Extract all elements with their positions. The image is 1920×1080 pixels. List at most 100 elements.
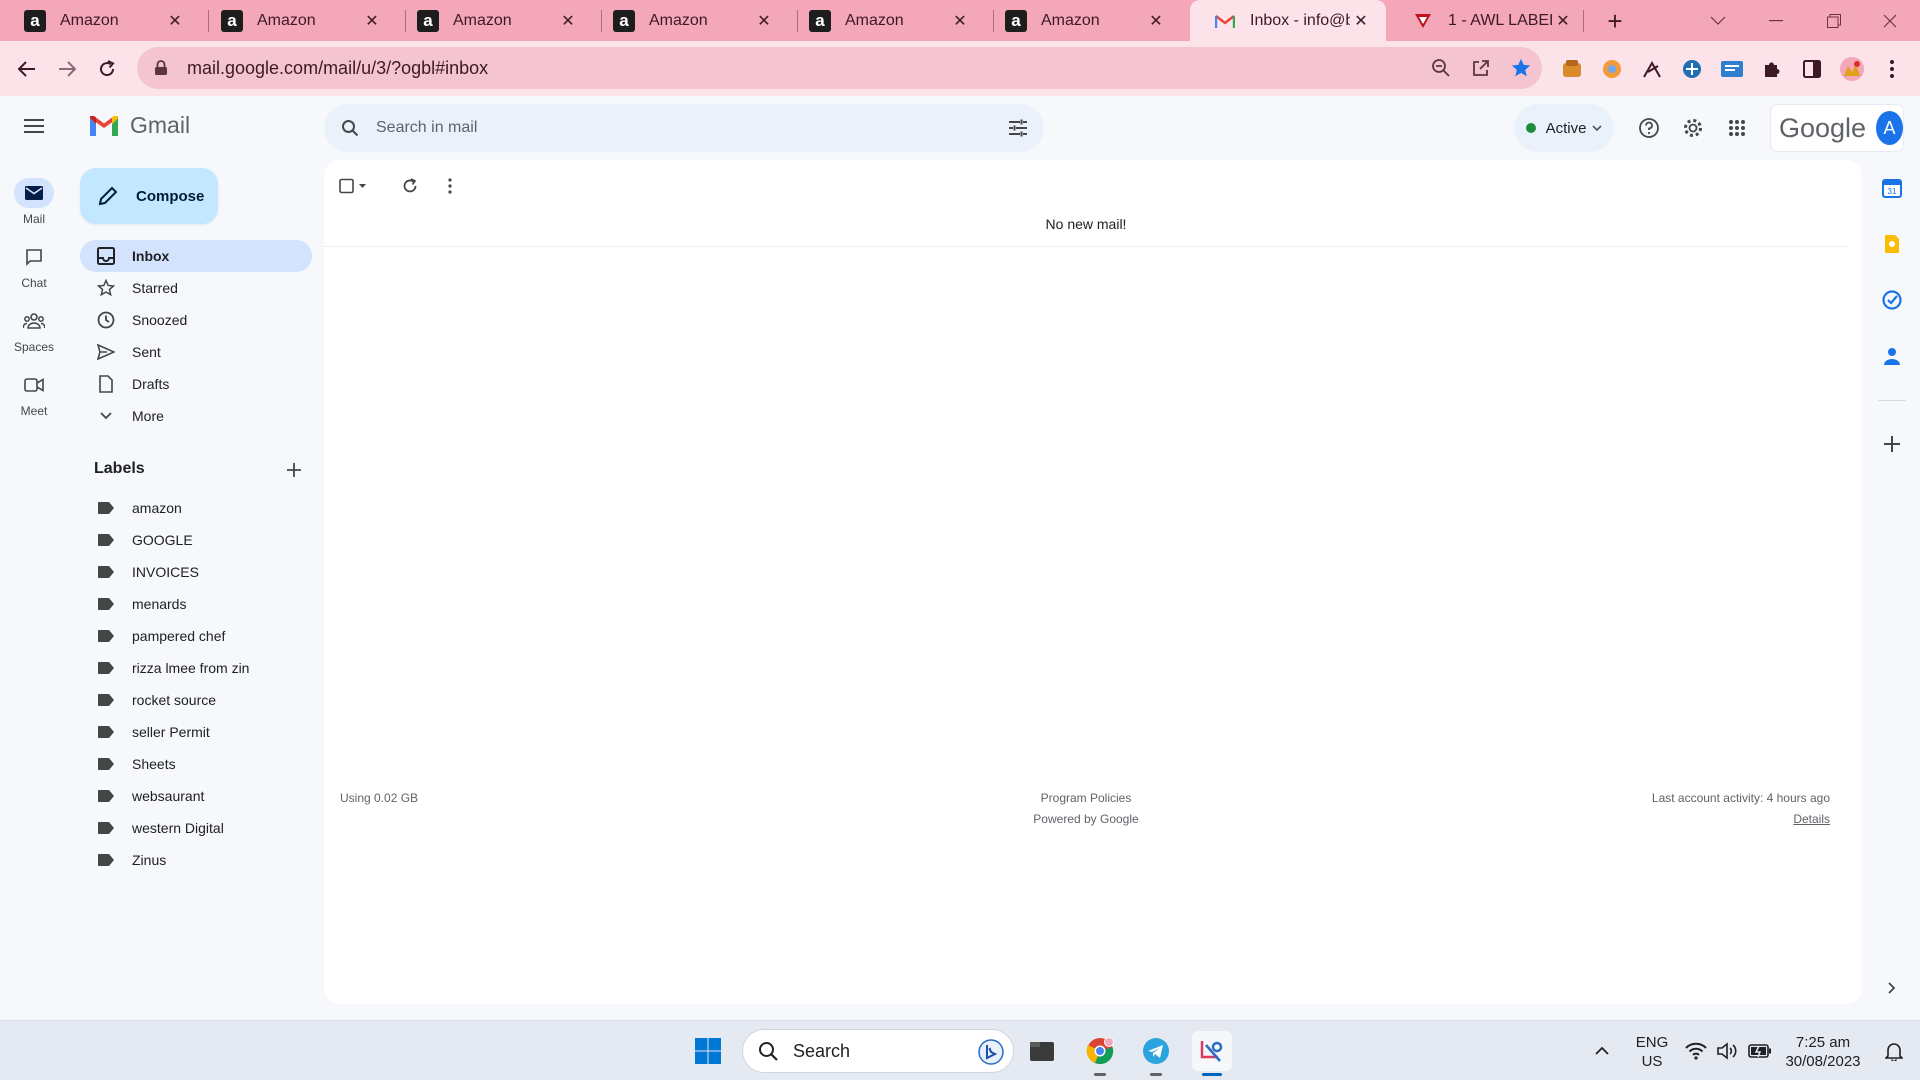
select-all-checkbox[interactable]	[338, 170, 370, 202]
browser-menu-icon[interactable]	[1879, 56, 1905, 82]
back-button[interactable]	[9, 51, 45, 87]
close-icon[interactable]: ✕	[1145, 10, 1167, 32]
file-explorer-icon[interactable]	[1022, 1031, 1062, 1071]
close-icon[interactable]: ✕	[164, 10, 186, 32]
gmail-logo[interactable]: Gmail	[88, 112, 190, 139]
address-bar[interactable]: mail.google.com/mail/u/3/?ogbl#inbox	[137, 47, 1542, 89]
browser-tab[interactable]: a Amazon ✕	[393, 0, 593, 41]
extension-fba-icon[interactable]	[1719, 56, 1745, 82]
bing-icon[interactable]	[977, 1038, 1005, 1066]
nav-item-starred[interactable]: Starred	[80, 272, 312, 304]
nav-item-sent[interactable]: Sent	[80, 336, 312, 368]
chrome-icon[interactable]	[1080, 1031, 1120, 1071]
browser-tab[interactable]: a Amazon ✕	[981, 0, 1181, 41]
search-options-icon[interactable]	[1006, 116, 1030, 140]
help-icon[interactable]	[1631, 110, 1667, 146]
telegram-icon[interactable]	[1136, 1031, 1176, 1071]
new-tab-button[interactable]: +	[1600, 6, 1630, 36]
close-icon[interactable]: ✕	[949, 10, 971, 32]
minimize-icon[interactable]	[1748, 0, 1804, 41]
close-icon[interactable]: ✕	[1552, 10, 1574, 32]
label-item[interactable]: rizza lmee from zin	[80, 654, 312, 682]
restore-icon[interactable]	[1806, 0, 1862, 41]
show-hidden-icons-chevron-up-icon[interactable]	[1582, 1031, 1622, 1071]
main-menu-icon[interactable]	[16, 108, 52, 144]
label-item[interactable]: Zinus	[80, 846, 312, 874]
label-item[interactable]: western Digital	[80, 814, 312, 842]
chevron-right-icon[interactable]	[1876, 972, 1908, 1004]
label-item[interactable]: Sheets	[80, 750, 312, 778]
battery-icon[interactable]	[1740, 1031, 1780, 1071]
search-input[interactable]: Search in mail	[324, 104, 1044, 152]
add-label-icon[interactable]	[282, 458, 306, 482]
browser-tab[interactable]: a Amazon ✕	[197, 0, 397, 41]
forward-button[interactable]	[49, 51, 85, 87]
taskbar-search[interactable]: Search	[742, 1029, 1014, 1073]
apps-grid-icon[interactable]	[1719, 110, 1755, 146]
reload-button[interactable]	[89, 51, 125, 87]
compose-button[interactable]: Compose	[80, 168, 218, 224]
keep-icon[interactable]	[1876, 228, 1908, 260]
bookmark-star-icon[interactable]	[1509, 56, 1533, 80]
search-icon[interactable]	[338, 116, 362, 140]
label-item[interactable]: menards	[80, 590, 312, 618]
label-item[interactable]: INVOICES	[80, 558, 312, 586]
details-link[interactable]: Details	[1793, 812, 1830, 826]
rail-item-spaces[interactable]: Spaces	[0, 306, 68, 354]
browser-tab[interactable]: 1 - AWL LABEL ✕	[1388, 0, 1588, 41]
tab-search-icon[interactable]	[1690, 0, 1746, 41]
program-policies-link[interactable]: Program Policies	[1041, 791, 1132, 805]
get-addons-icon[interactable]	[1876, 428, 1908, 460]
extension-cookie-icon[interactable]	[1559, 56, 1585, 82]
more-options-icon[interactable]	[434, 170, 466, 202]
clock[interactable]: 7:25 am 30/08/2023	[1776, 1033, 1870, 1071]
lock-icon[interactable]	[151, 58, 171, 78]
side-panel-icon[interactable]	[1799, 56, 1825, 82]
label-item[interactable]: seller Permit	[80, 718, 312, 746]
browser-tab[interactable]: a Amazon ✕	[785, 0, 985, 41]
share-icon[interactable]	[1469, 56, 1493, 80]
status-dropdown[interactable]: Active	[1514, 104, 1614, 152]
snipping-tool-icon[interactable]	[1192, 1031, 1232, 1071]
rail-item-meet[interactable]: Meet	[0, 370, 68, 418]
profile-avatar-icon[interactable]	[1839, 56, 1865, 82]
nav-item-drafts[interactable]: Drafts	[80, 368, 312, 400]
rail-item-chat[interactable]: Chat	[0, 242, 68, 290]
message-list-panel: No new mail! Using 0.02 GB Program Polic…	[324, 160, 1862, 1004]
extension-arrow-icon[interactable]	[1639, 56, 1665, 82]
refresh-icon[interactable]	[394, 170, 426, 202]
label-item[interactable]: websaurant	[80, 782, 312, 810]
browser-tab[interactable]: a Amazon ✕	[589, 0, 789, 41]
language-indicator[interactable]: ENG US	[1630, 1033, 1674, 1071]
url-text: mail.google.com/mail/u/3/?ogbl#inbox	[187, 57, 489, 78]
close-icon[interactable]: ✕	[753, 10, 775, 32]
nav-item-more[interactable]: More	[80, 400, 312, 432]
close-icon[interactable]: ✕	[557, 10, 579, 32]
label-name: menards	[132, 596, 187, 612]
zoom-icon[interactable]	[1429, 56, 1453, 80]
label-item[interactable]: amazon	[80, 494, 312, 522]
close-icon[interactable]: ✕	[361, 10, 383, 32]
nav-item-inbox[interactable]: Inbox	[80, 240, 312, 272]
tasks-icon[interactable]	[1876, 284, 1908, 316]
nav-item-snoozed[interactable]: Snoozed	[80, 304, 312, 336]
label-item[interactable]: pampered chef	[80, 622, 312, 650]
clock-icon	[96, 310, 116, 330]
close-icon[interactable]: ✕	[1350, 10, 1372, 32]
window-close-icon[interactable]	[1862, 0, 1918, 41]
settings-gear-icon[interactable]	[1675, 110, 1711, 146]
extension-orange-icon[interactable]	[1599, 56, 1625, 82]
notification-bell-icon[interactable]	[1874, 1031, 1914, 1071]
keyboard-layout: US	[1641, 1053, 1663, 1070]
extensions-puzzle-icon[interactable]	[1759, 56, 1785, 82]
label-item[interactable]: rocket source	[80, 686, 312, 714]
extension-globe-icon[interactable]	[1679, 56, 1705, 82]
browser-tab[interactable]: a Amazon ✕	[0, 0, 200, 41]
rail-item-mail[interactable]: Mail	[0, 178, 68, 226]
label-item[interactable]: GOOGLE	[80, 526, 312, 554]
windows-start-icon[interactable]	[688, 1031, 728, 1071]
browser-tab-active[interactable]: Inbox - info@bes ✕	[1190, 0, 1386, 41]
calendar-icon[interactable]: 31	[1876, 172, 1908, 204]
contacts-icon[interactable]	[1876, 340, 1908, 372]
account-switcher[interactable]: Google A	[1770, 104, 1904, 152]
